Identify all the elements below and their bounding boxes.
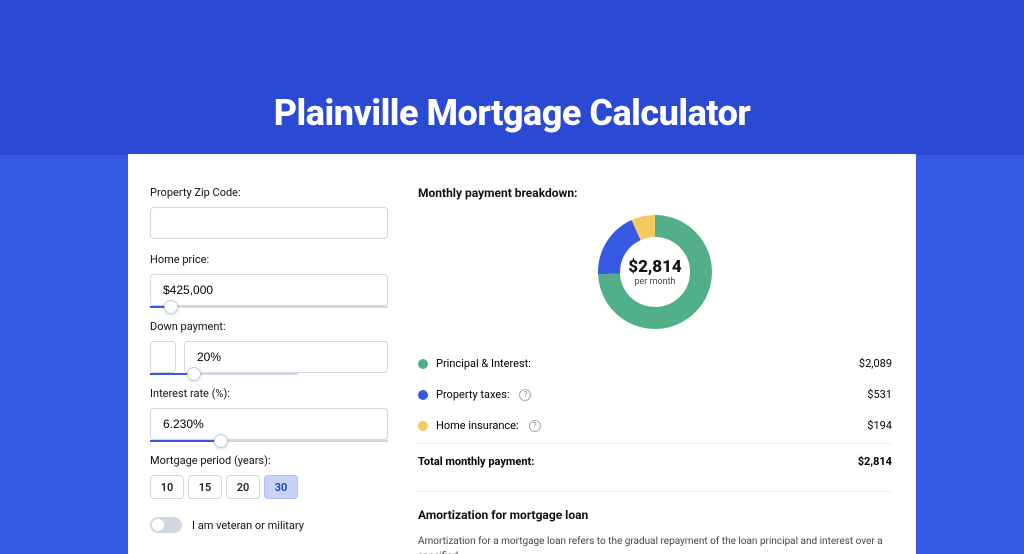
zip-input[interactable] (150, 207, 388, 239)
home-price-input[interactable] (150, 274, 388, 306)
form-panel: Property Zip Code: Home price: Down paym… (128, 154, 410, 554)
interest-rate-slider[interactable] (150, 440, 388, 442)
down-payment-label: Down payment: (150, 320, 388, 333)
interest-rate-label: Interest rate (%): (150, 387, 388, 400)
home-price-field: Home price: (150, 253, 388, 306)
legend-total: Total monthly payment: $2,814 (418, 443, 892, 477)
total-value: $2,814 (858, 455, 892, 468)
breakdown-heading: Monthly payment breakdown: (418, 186, 892, 200)
down-payment-field: Down payment: (150, 320, 388, 373)
legend-label: Principal & Interest: (436, 357, 531, 370)
amortization-text: Amortization for a mortgage loan refers … (418, 534, 892, 554)
period-option-10[interactable]: 10 (150, 475, 184, 499)
help-icon[interactable]: ? (529, 420, 541, 432)
donut-amount: $2,814 (628, 257, 681, 277)
donut-chart-wrap: $2,814 per month (418, 212, 892, 332)
dot-icon (418, 421, 428, 431)
legend-insurance: Home insurance: ? $194 (418, 410, 892, 441)
interest-rate-field: Interest rate (%): (150, 387, 388, 440)
zip-field: Property Zip Code: (150, 186, 388, 239)
veteran-label: I am veteran or military (192, 519, 304, 532)
amortization-heading: Amortization for mortgage loan (418, 508, 892, 522)
down-payment-amount-input[interactable] (150, 341, 176, 373)
zip-label: Property Zip Code: (150, 186, 388, 199)
legend-value: $2,089 (859, 357, 892, 370)
legend-label: Home insurance: (436, 419, 519, 432)
period-field: Mortgage period (years): 10 15 20 30 (150, 454, 388, 499)
legend-label: Property taxes: (436, 388, 509, 401)
amortization-section: Amortization for mortgage loan Amortizat… (418, 491, 892, 554)
donut-sub: per month (628, 277, 681, 287)
period-buttons: 10 15 20 30 (150, 475, 388, 499)
donut-chart: $2,814 per month (595, 212, 715, 332)
period-option-15[interactable]: 15 (188, 475, 222, 499)
help-icon[interactable]: ? (519, 389, 531, 401)
results-panel: Monthly payment breakdown: $2,814 per mo… (410, 154, 916, 554)
legend-principal: Principal & Interest: $2,089 (418, 348, 892, 379)
legend-value: $194 (867, 419, 892, 432)
legend-taxes: Property taxes: ? $531 (418, 379, 892, 410)
veteran-field: I am veteran or military (150, 517, 388, 533)
down-payment-slider[interactable] (150, 373, 298, 375)
period-label: Mortgage period (years): (150, 454, 388, 467)
interest-rate-input[interactable] (150, 408, 388, 440)
period-option-30[interactable]: 30 (264, 475, 298, 499)
down-payment-percent-input[interactable] (184, 341, 388, 373)
home-price-label: Home price: (150, 253, 388, 266)
dot-icon (418, 390, 428, 400)
veteran-toggle[interactable] (150, 517, 182, 533)
period-option-20[interactable]: 20 (226, 475, 260, 499)
dot-icon (418, 359, 428, 369)
home-price-slider[interactable] (150, 306, 388, 308)
legend-value: $531 (867, 388, 892, 401)
total-label: Total monthly payment: (418, 455, 534, 468)
calculator-card: Property Zip Code: Home price: Down paym… (128, 154, 916, 554)
page-title: Plainville Mortgage Calculator (0, 0, 1024, 134)
